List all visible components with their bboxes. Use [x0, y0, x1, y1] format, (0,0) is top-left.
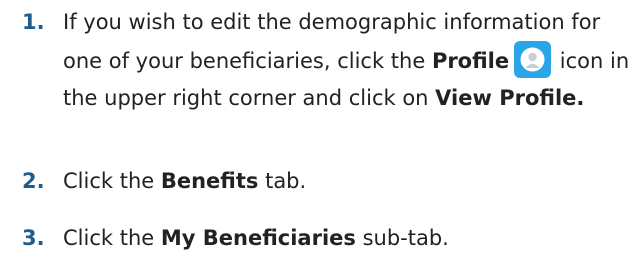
step-text: If you wish to edit the demographic info…: [63, 4, 632, 117]
step-text-before: Click the: [63, 226, 161, 250]
step-1: 1. If you wish to edit the demographic i…: [22, 4, 632, 117]
step-number: 2.: [22, 169, 45, 193]
step-text-after: tab.: [258, 169, 307, 193]
step-3: 3. Click the My Beneficiaries sub-tab.: [22, 220, 632, 257]
my-beneficiaries-label: My Beneficiaries: [160, 226, 356, 250]
view-profile-label: View Profile.: [435, 86, 585, 110]
profile-label: Profile: [431, 49, 510, 73]
step-number: 1.: [22, 10, 45, 34]
benefits-label: Benefits: [160, 169, 259, 193]
profile-avatar-icon: [514, 41, 552, 78]
step-text-after: sub-tab.: [355, 226, 449, 250]
step-text-before: Click the: [63, 169, 161, 193]
step-text: Click the My Beneficiaries sub-tab.: [63, 220, 632, 257]
step-2: 2. Click the Benefits tab.: [22, 163, 632, 200]
step-number: 3.: [22, 226, 45, 250]
step-text: Click the Benefits tab.: [63, 163, 632, 200]
instruction-steps: 1. If you wish to edit the demographic i…: [0, 0, 640, 269]
